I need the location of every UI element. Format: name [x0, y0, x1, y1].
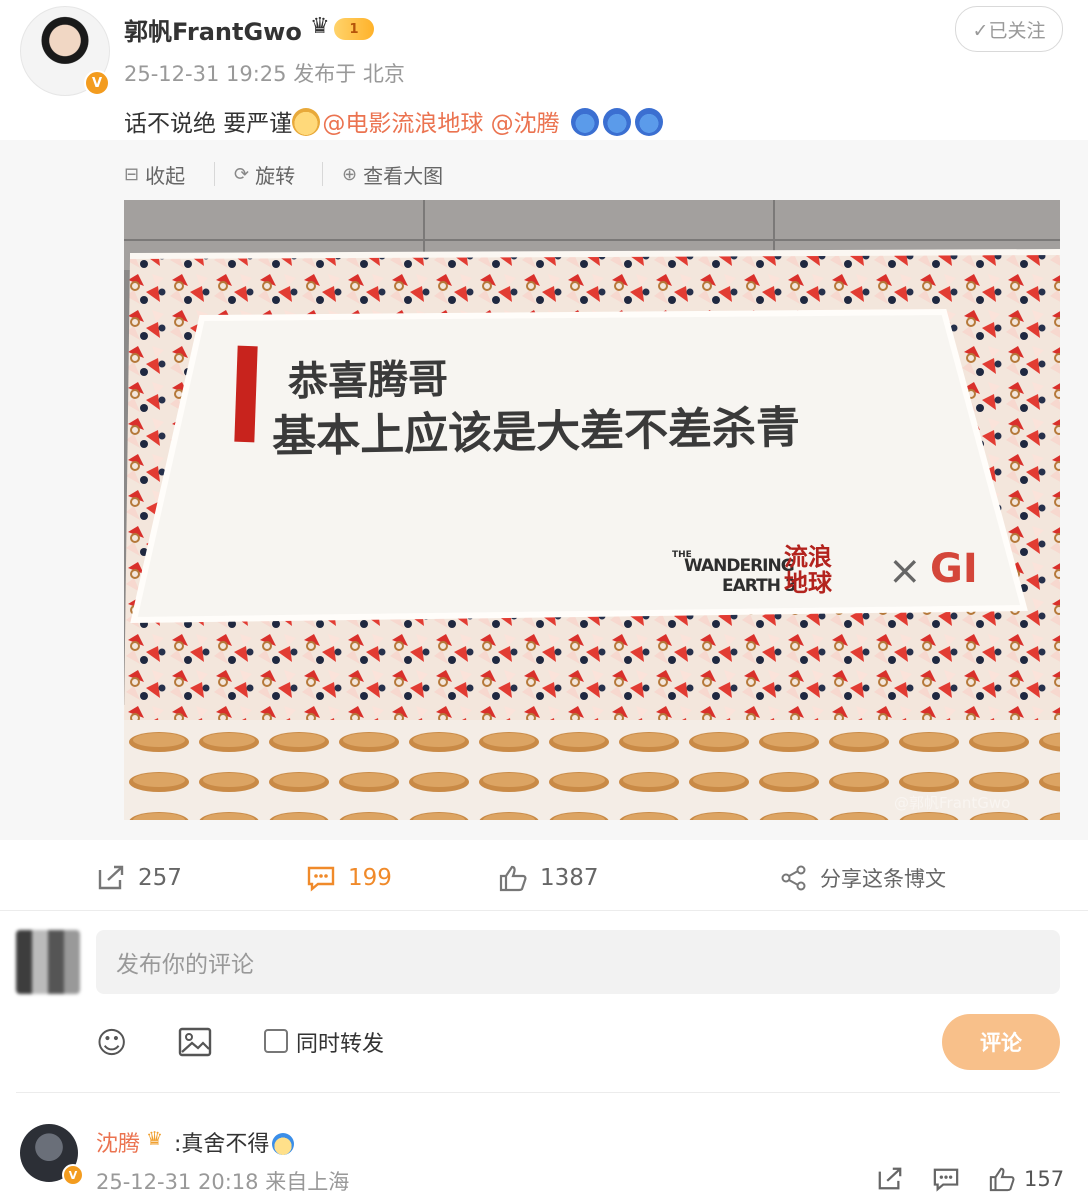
image-upload-icon[interactable]	[178, 1026, 212, 1062]
comment-input-placeholder: 发布你的评论	[116, 952, 254, 978]
repost-count: 257	[138, 865, 182, 891]
logo-cn: 流浪地球	[784, 543, 832, 597]
submit-comment-button[interactable]: 评论	[942, 1014, 1060, 1070]
like-count: 1387	[540, 865, 599, 891]
collapse-button[interactable]: ⊟ 收起	[124, 160, 185, 189]
follow-button[interactable]: ✓已关注	[955, 6, 1063, 52]
comment-button[interactable]: 199	[306, 860, 392, 896]
thumbs-up-icon	[499, 865, 527, 892]
author-name[interactable]: 郭帆FrantGwo	[124, 12, 302, 47]
toolbar-divider	[214, 162, 215, 186]
crying-emoji-icon	[602, 108, 631, 136]
magnify-icon: ⊕	[342, 164, 358, 185]
divider	[16, 1092, 1060, 1093]
comment-location: 来自上海	[265, 1170, 350, 1194]
view-large-label: 查看大图	[363, 164, 444, 188]
collapse-icon: ⊟	[124, 164, 140, 185]
comment-text-body: :真舍不得	[174, 1132, 270, 1157]
comment-input[interactable]: 发布你的评论	[96, 930, 1060, 994]
post-timestamp[interactable]: 25-12-31 19:25	[124, 62, 287, 86]
comment-meta: 25-12-31 20:18 来自上海	[96, 1166, 349, 1196]
view-large-button[interactable]: ⊕ 查看大图	[342, 160, 443, 189]
comment-like-count: 157	[1024, 1167, 1065, 1191]
mention-shen-teng[interactable]: @沈腾	[491, 111, 560, 137]
crown-icon: ♛	[310, 14, 330, 39]
comment-icon	[933, 1168, 959, 1192]
rotate-label: 旋转	[255, 164, 296, 188]
repost-icon	[878, 1167, 902, 1190]
comment-reply-button[interactable]	[932, 1166, 960, 1192]
post-text-body: 话不说绝 要严谨	[124, 111, 293, 137]
post-location: 发布于 北京	[293, 62, 405, 86]
photo-watermark: @郭帆FrantGwo	[894, 794, 1011, 812]
current-user-avatar	[16, 930, 80, 994]
share-button[interactable]: 分享这条博文	[780, 860, 946, 896]
crying-emoji-icon	[634, 108, 663, 136]
post-text: 话不说绝 要严谨 @电影流浪地球 @沈腾	[124, 104, 663, 138]
share-icon	[781, 865, 806, 891]
repost-checkbox[interactable]	[264, 1029, 288, 1053]
repost-button[interactable]: 257	[96, 860, 182, 896]
crown-icon: ♛	[146, 1128, 164, 1150]
repost-checkbox-label[interactable]: 同时转发	[296, 1026, 384, 1058]
sad-emoji-icon	[272, 1133, 295, 1155]
level-number: 1	[349, 21, 359, 37]
comment-repost-button[interactable]	[876, 1166, 904, 1192]
post-photo[interactable]: 恭喜腾哥 基本上应该是大差不差杀青 THE WANDERING EARTH 3 …	[124, 200, 1060, 820]
cake-photo-graphic	[124, 200, 1060, 820]
level-badge: 1	[334, 18, 374, 40]
collapse-label: 收起	[145, 164, 186, 188]
comment-timestamp: 25-12-31 20:18	[96, 1170, 259, 1194]
comment-text: :真舍不得	[174, 1126, 295, 1158]
verified-badge-icon: V	[62, 1164, 84, 1186]
comment-count: 199	[348, 865, 392, 891]
comment-like-button[interactable]: 157	[988, 1166, 1064, 1192]
logo-gi: GI	[930, 546, 978, 592]
emoji-picker-icon[interactable]: ☺	[96, 1026, 127, 1061]
thumbs-up-icon	[989, 1167, 1015, 1192]
rotate-button[interactable]: ⟳ 旋转	[234, 160, 295, 189]
post-meta: 25-12-31 19:25 发布于 北京	[124, 58, 405, 88]
commenter-name[interactable]: 沈腾	[96, 1126, 140, 1158]
logo-en-wandering: WANDERING	[684, 556, 795, 576]
comment-icon	[307, 866, 335, 892]
cake-text-line-2: 基本上应该是大差不差杀青	[271, 402, 801, 463]
share-label: 分享这条博文	[820, 867, 946, 891]
toolbar-divider	[322, 162, 323, 186]
mention-wandering-earth[interactable]: @电影流浪地球	[322, 111, 483, 137]
image-icon	[178, 1027, 212, 1057]
verified-badge-icon: V	[84, 70, 110, 96]
cat-emoji-icon	[292, 108, 321, 136]
like-button[interactable]: 1387	[498, 860, 599, 896]
logo-times: ×	[888, 548, 922, 594]
repost-icon	[98, 865, 124, 890]
rotate-icon: ⟳	[234, 164, 250, 185]
divider	[0, 910, 1088, 911]
crying-emoji-icon	[570, 108, 599, 136]
